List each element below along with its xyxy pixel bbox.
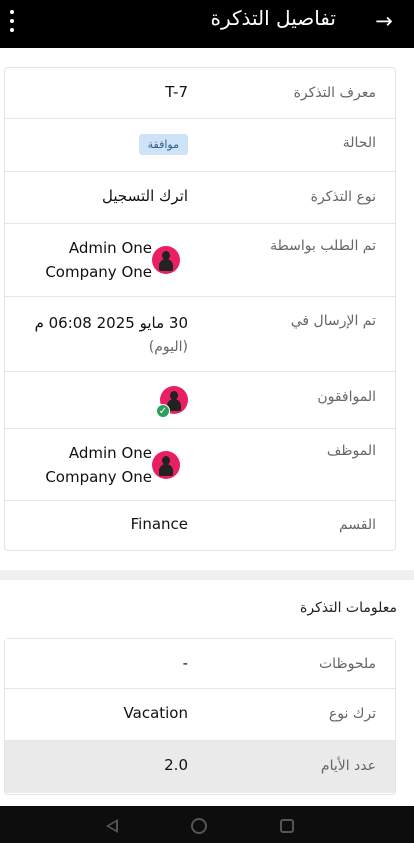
approver-avatar: ✓: [156, 386, 188, 418]
sent-at-value-block: 30 مايو 2025 06:08 م (اليوم): [35, 311, 188, 359]
approved-check-icon: ✓: [156, 404, 170, 418]
ticket-type-value: اترك التسجيل: [102, 187, 188, 205]
approvers-row: الموافقون ✓: [5, 372, 395, 429]
ticket-id-row: معرف التذكرة T-7: [5, 68, 395, 119]
avatar: [152, 246, 180, 274]
user-avatar-icon: [152, 246, 180, 274]
page-title: تفاصيل التذكرة: [210, 6, 336, 30]
avatar: [152, 451, 180, 479]
nav-home-icon[interactable]: [191, 818, 207, 834]
user-avatar-icon: [152, 451, 180, 479]
employee-label: الموظف: [326, 443, 376, 459]
employee-name: Admin One: [68, 444, 152, 462]
leave-type-value: Vacation: [123, 704, 188, 722]
sent-at-value: 30 مايو 2025 06:08 م: [34, 314, 188, 332]
status-label: الحالة: [342, 135, 376, 151]
nav-recent-icon[interactable]: [280, 819, 294, 833]
employee-person: Admin One Company One: [45, 441, 188, 489]
requested-by-name: Admin One: [68, 239, 152, 257]
status-badge: موافقة: [138, 134, 188, 155]
section-divider: [0, 570, 414, 580]
ticket-details-card: معرف التذكرة T-7 الحالة موافقة نوع التذك…: [4, 67, 396, 551]
leave-type-row: ترك نوع Vacation: [5, 689, 395, 741]
department-label: القسم: [338, 517, 376, 533]
ticket-id-value: T-7: [165, 83, 188, 101]
ticket-type-label: نوع التذكرة: [310, 189, 376, 205]
system-nav-bar: [0, 806, 414, 843]
requested-by-row: تم الطلب بواسطة Admin One Company One: [5, 224, 395, 297]
content-area: معرف التذكرة T-7 الحالة موافقة نوع التذك…: [0, 48, 414, 806]
ticket-id-label: معرف التذكرة: [293, 85, 376, 101]
sent-at-label: تم الإرسال في: [290, 313, 376, 329]
more-vert-icon[interactable]: [4, 10, 20, 36]
employee-company: Company One: [45, 468, 152, 486]
notes-label: ملحوظات: [319, 656, 376, 672]
back-arrow-icon[interactable]: →: [372, 9, 396, 33]
leave-type-label: ترك نوع: [328, 706, 376, 722]
days-row: عدد الأيام 2.0: [5, 741, 395, 794]
requested-by-person: Admin One Company One: [45, 236, 188, 284]
requested-by-company: Company One: [45, 263, 152, 281]
ticket-info-title: معلومات التذكرة: [300, 600, 397, 616]
days-label: عدد الأيام: [320, 758, 376, 774]
notes-value: -: [182, 654, 188, 672]
approvers-label: الموافقون: [317, 389, 376, 405]
sent-at-row: تم الإرسال في 30 مايو 2025 06:08 م (اليو…: [5, 297, 395, 372]
employee-row: الموظف Admin One Company One: [5, 429, 395, 501]
ticket-info-card: ملحوظات - ترك نوع Vacation عدد الأيام 2.…: [4, 638, 396, 795]
department-row: القسم Finance: [5, 501, 395, 550]
app-bar: → تفاصيل التذكرة: [0, 0, 414, 48]
notes-row: ملحوظات -: [5, 639, 395, 689]
sent-at-relative: (اليوم): [148, 339, 188, 355]
ticket-type-row: نوع التذكرة اترك التسجيل: [5, 172, 395, 224]
department-value: Finance: [130, 515, 188, 533]
approvers-list: ✓: [156, 386, 188, 418]
days-value: 2.0: [164, 756, 188, 774]
status-row: الحالة موافقة: [5, 119, 395, 172]
requested-by-label: تم الطلب بواسطة: [270, 238, 376, 254]
